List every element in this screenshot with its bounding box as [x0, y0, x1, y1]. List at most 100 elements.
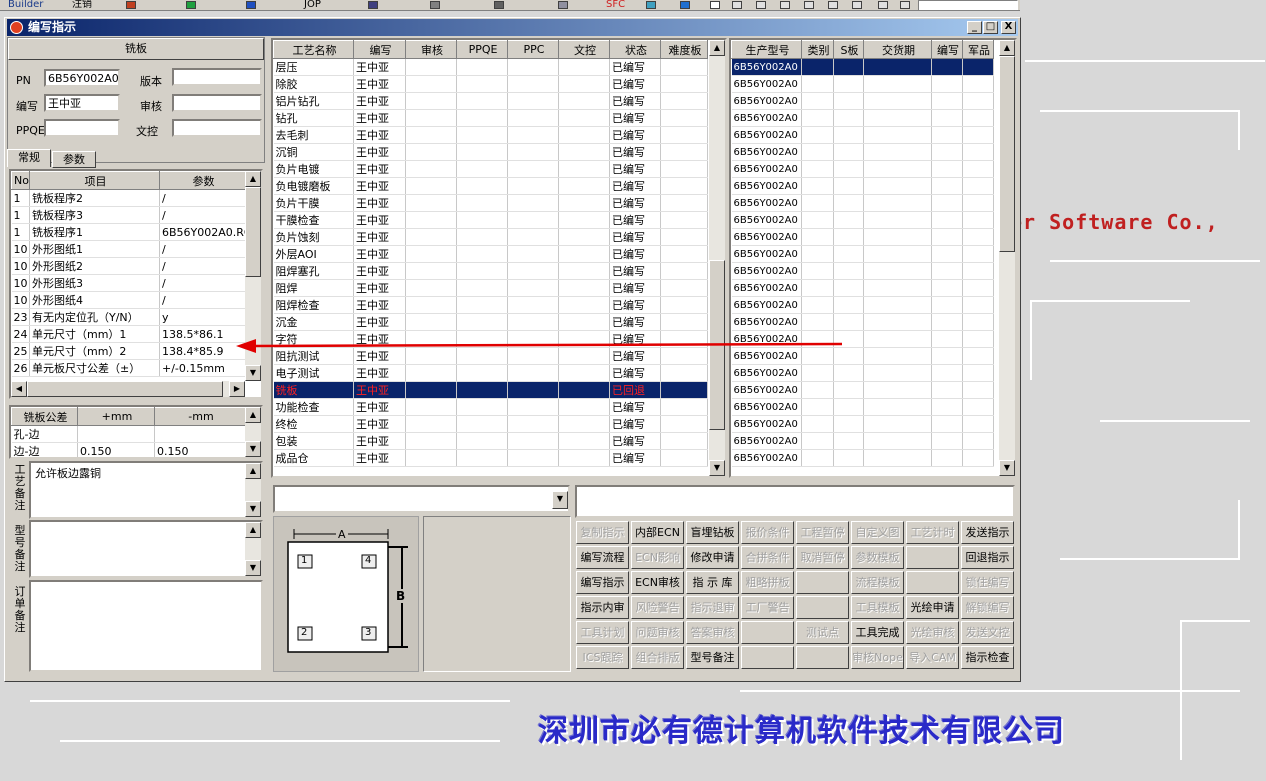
process-col-header[interactable]: 状态	[609, 40, 661, 59]
param-value-cell[interactable]: 138.4*85.9	[159, 342, 246, 360]
model-cell[interactable]	[962, 364, 994, 382]
process-cell[interactable]	[660, 245, 708, 263]
process-cell[interactable]	[405, 330, 457, 348]
process-cell[interactable]	[660, 211, 708, 229]
process-row[interactable]: 字符 王中亚 已编写	[273, 330, 708, 348]
process-cell[interactable]: 王中亚	[353, 296, 406, 314]
process-col-header[interactable]: PPC	[507, 40, 559, 59]
process-cell[interactable]	[507, 92, 559, 110]
process-row[interactable]: 负片蚀刻 王中亚 已编写	[273, 228, 708, 246]
process-cell[interactable]	[660, 296, 708, 314]
param-item-cell[interactable]: 有无内定位孔（Y/N）	[29, 308, 160, 326]
param-row[interactable]: 25 单元尺寸（mm）2 138.4*85.9	[11, 342, 246, 360]
dropdown-arrow-icon[interactable]: ▼	[552, 491, 568, 509]
scroll-down-icon[interactable]: ▼	[245, 441, 261, 457]
scroll-thumb[interactable]	[245, 187, 261, 277]
maximize-button[interactable]: □	[983, 21, 998, 34]
process-cell[interactable]	[558, 194, 610, 212]
process-cell[interactable]	[405, 364, 457, 382]
process-cell[interactable]	[660, 381, 708, 399]
model-cell[interactable]	[833, 126, 864, 144]
model-cell[interactable]	[801, 313, 834, 331]
toolbar-new-icon[interactable]	[710, 1, 720, 9]
process-cell[interactable]	[558, 398, 610, 416]
model-cell[interactable]	[962, 415, 994, 433]
scroll-thumb[interactable]	[709, 260, 725, 430]
toolbar-help-icon[interactable]	[900, 1, 910, 9]
model-cell[interactable]	[863, 143, 932, 161]
param-item-cell[interactable]: 铣板程序2	[29, 189, 160, 207]
process-cell[interactable]	[456, 449, 508, 467]
tab-params[interactable]: 参数	[52, 151, 96, 168]
process-cell[interactable]	[405, 279, 457, 297]
process-cell[interactable]	[660, 279, 708, 297]
model-cell[interactable]	[833, 330, 864, 348]
param-row[interactable]: 1 铣板程序3/	[11, 206, 246, 224]
process-cell[interactable]: 已编写	[609, 296, 661, 314]
scroll-down-icon[interactable]: ▼	[709, 460, 725, 476]
command-button-15[interactable]	[906, 546, 959, 569]
process-cell[interactable]	[456, 194, 508, 212]
toolbar-combo[interactable]	[918, 0, 1018, 10]
model-row[interactable]: 6B56Y002A0	[731, 330, 994, 348]
model-cell[interactable]	[833, 245, 864, 263]
model-cell[interactable]	[801, 143, 834, 161]
model-cell[interactable]	[962, 160, 994, 178]
process-cell[interactable]	[405, 262, 457, 280]
process-cell[interactable]: 王中亚	[353, 126, 406, 144]
scroll-left-icon[interactable]: ◀	[11, 381, 27, 397]
model-cell[interactable]	[863, 245, 932, 263]
model-number-cell[interactable]: 6B56Y002A0	[731, 194, 802, 212]
param-no-cell[interactable]: 1	[11, 223, 30, 241]
model-cell[interactable]	[801, 177, 834, 195]
model-cell[interactable]	[962, 109, 994, 127]
model-cell[interactable]	[833, 194, 864, 212]
process-cell[interactable]: 字符	[273, 330, 354, 348]
command-button-26[interactable]: 风险警告	[631, 596, 684, 619]
process-cell[interactable]	[558, 143, 610, 161]
process-cell[interactable]	[558, 381, 610, 399]
process-cell[interactable]	[405, 211, 457, 229]
model-cell[interactable]	[931, 194, 963, 212]
param-col-item[interactable]: 项目	[29, 171, 160, 190]
scroll-up-icon[interactable]: ▲	[245, 171, 261, 187]
process-cell[interactable]: 王中亚	[353, 194, 406, 212]
tolerance-cell[interactable]	[77, 425, 155, 443]
hscroll-thumb[interactable]	[27, 381, 223, 397]
process-cell[interactable]	[456, 296, 508, 314]
process-cell[interactable]	[558, 126, 610, 144]
scroll-down-icon[interactable]: ▼	[245, 501, 261, 517]
scroll-up-icon[interactable]: ▲	[999, 40, 1015, 56]
model-cell[interactable]	[863, 330, 932, 348]
model-number-cell[interactable]: 6B56Y002A0	[731, 126, 802, 144]
process-cell[interactable]	[405, 177, 457, 195]
process-cell[interactable]	[507, 75, 559, 93]
command-button-1[interactable]: 复制指示	[576, 521, 629, 544]
model-number-cell[interactable]: 6B56Y002A0	[731, 313, 802, 331]
tolerance-cell[interactable]: 0.150	[154, 442, 246, 457]
process-cell[interactable]: 功能检查	[273, 398, 354, 416]
scroll-down-icon[interactable]: ▼	[245, 365, 261, 381]
process-row[interactable]: 阻焊 王中亚 已编写	[273, 279, 708, 297]
model-cell[interactable]	[833, 109, 864, 127]
process-cell[interactable]	[405, 228, 457, 246]
command-button-39[interactable]: 光绘审核	[906, 621, 959, 644]
process-cell[interactable]: 包装	[273, 432, 354, 450]
process-cell[interactable]	[456, 330, 508, 348]
command-button-21[interactable]	[796, 571, 849, 594]
process-cell[interactable]: 铣板	[273, 381, 354, 399]
model-cell[interactable]	[931, 245, 963, 263]
param-item-cell[interactable]: 外形图纸2	[29, 257, 160, 275]
process-cell[interactable]: 阻焊	[273, 279, 354, 297]
param-value-cell[interactable]: 138.5*86.1	[159, 325, 246, 343]
toolbar-undo-icon[interactable]	[804, 1, 814, 9]
param-value-cell[interactable]: /	[159, 274, 246, 292]
model-cell[interactable]	[931, 228, 963, 246]
model-cell[interactable]	[801, 75, 834, 93]
scroll-up-icon[interactable]: ▲	[245, 463, 261, 479]
process-cell[interactable]: 王中亚	[353, 211, 406, 229]
model-cell[interactable]	[931, 381, 963, 399]
command-button-43[interactable]: 型号备注	[686, 646, 739, 669]
command-button-47[interactable]: 导入CAM	[906, 646, 959, 669]
model-cell[interactable]	[962, 330, 994, 348]
